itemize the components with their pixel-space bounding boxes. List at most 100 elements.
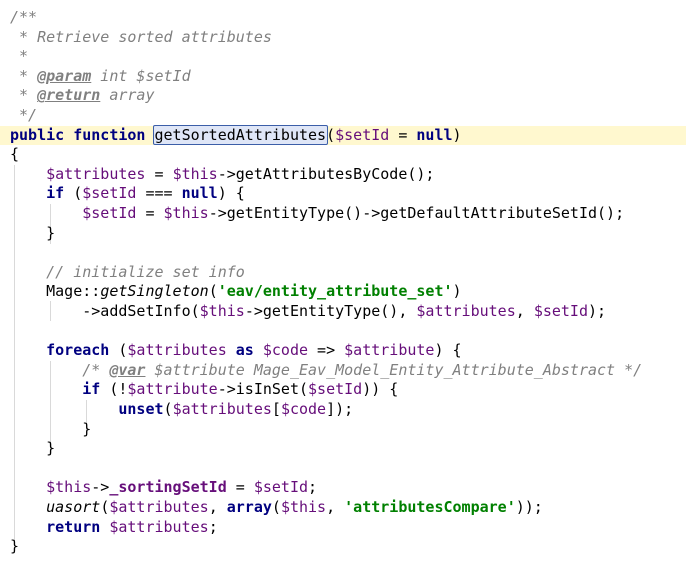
code-token: getSingleton — [100, 282, 209, 301]
code-line[interactable]: } — [10, 439, 55, 459]
code-token: $this — [280, 498, 327, 516]
code-token: return — [46, 517, 101, 536]
code-token: ) { — [434, 341, 462, 360]
code-line[interactable]: if ($setId === null) { — [10, 184, 245, 204]
code-token: ->isInSet( — [217, 380, 309, 399]
code-line[interactable]: * — [10, 47, 28, 67]
code-line[interactable]: Mage::getSingleton('eav/entity_attribute… — [10, 282, 462, 302]
code-token: $attributes — [127, 341, 227, 360]
code-token: $setId — [82, 204, 137, 222]
code-editor[interactable]: /** * Retrieve sorted attributes * * @pa… — [0, 0, 686, 566]
code-token: = — [389, 125, 417, 144]
code-token: $code — [280, 400, 327, 418]
code-line[interactable]: public function getSortedAttributes($set… — [0, 124, 686, 146]
code-token: )) { — [362, 380, 399, 399]
code-token: /* — [82, 360, 110, 379]
code-line[interactable]: } — [10, 224, 55, 244]
code-line[interactable]: $attributes = $this->getAttributesByCode… — [10, 165, 434, 185]
code-token: , — [326, 498, 345, 516]
code-token: = — [145, 164, 173, 183]
code-token: uasort — [46, 498, 101, 516]
code-token: int $setId — [91, 66, 191, 85]
code-line[interactable]: /* @var $attribute Mage_Eav_Model_Entity… — [10, 361, 642, 381]
code-token: -> — [91, 478, 110, 497]
code-token: as — [235, 341, 254, 360]
code-line[interactable]: } — [10, 420, 91, 440]
code-token: 'attributesCompare' — [344, 498, 516, 516]
code-token: ); — [588, 302, 607, 320]
code-token: unset — [118, 400, 164, 418]
code-token: $attribute — [344, 341, 435, 360]
code-line[interactable]: * @return array — [10, 86, 155, 106]
code-token: $this — [199, 302, 245, 320]
code-token: ( — [326, 125, 336, 144]
code-token: ; — [208, 517, 218, 536]
code-token: @var — [109, 360, 146, 379]
code-token: $attribute — [127, 380, 218, 399]
code-token: null — [181, 184, 218, 203]
code-token: ->addSetInfo( — [10, 302, 200, 320]
code-token: $setId — [82, 184, 137, 203]
code-line[interactable]: } — [10, 537, 19, 557]
code-token: = — [136, 204, 164, 222]
code-token: ->getAttributesByCode(); — [217, 164, 435, 183]
code-token: ; — [308, 478, 318, 497]
code-line[interactable]: uasort($attributes, array($this, 'attrib… — [10, 498, 543, 518]
code-token: ( — [109, 341, 128, 360]
code-token: [ — [271, 400, 281, 418]
code-line[interactable]: foreach ($attributes as $code => $attrib… — [10, 341, 462, 361]
code-token: $attributes — [172, 400, 272, 418]
code-line[interactable]: $this->_sortingSetId = $setId; — [10, 478, 317, 498]
code-token: ->getEntityType()->getDefaultAttributeSe… — [208, 204, 625, 222]
code-token: * — [10, 86, 38, 105]
code-token: $attributes — [416, 302, 516, 320]
code-line[interactable]: */ — [10, 106, 37, 126]
code-line[interactable]: // initialize set info — [10, 263, 245, 283]
code-token: $attributes — [46, 164, 146, 183]
code-token: => — [308, 341, 345, 360]
code-token: } — [10, 419, 92, 438]
code-token: @param — [37, 66, 92, 85]
code-token: public function — [10, 125, 155, 144]
code-token: $attributes — [109, 517, 209, 536]
code-token: Mage:: — [10, 282, 101, 301]
code-token: */ — [10, 106, 38, 124]
code-token: $setId — [253, 478, 309, 497]
code-token: = — [226, 478, 254, 497]
code-line[interactable]: unset($attributes[$code]); — [10, 400, 353, 420]
code-token: ) — [452, 282, 462, 301]
code-token: ( — [100, 498, 110, 516]
code-token: } — [10, 537, 20, 556]
code-token: _sortingSetId — [109, 478, 227, 497]
code-line[interactable]: /** — [10, 8, 37, 28]
code-token: $attribute Mage_Eav_Model_Entity_Attribu… — [145, 360, 643, 379]
selected-identifier: getSortedAttributes — [152, 124, 329, 145]
code-token: === — [136, 184, 182, 203]
code-token: foreach — [46, 341, 110, 360]
code-token: ( — [208, 282, 218, 301]
code-token: array — [226, 498, 272, 516]
code-line[interactable]: ->addSetInfo($this->getEntityType(), $at… — [10, 302, 606, 322]
code-token: $setId — [335, 125, 390, 144]
code-token: $this — [163, 204, 209, 222]
code-line[interactable]: return $attributes; — [10, 518, 218, 538]
code-token: array — [100, 86, 155, 105]
code-line[interactable]: $setId = $this->getEntityType()->getDefa… — [10, 204, 624, 224]
code-token: $this — [172, 164, 218, 183]
code-token: if — [82, 380, 101, 399]
code-line[interactable]: * Retrieve sorted attributes — [10, 28, 272, 48]
code-token: /** — [10, 8, 38, 26]
code-token: } — [10, 439, 56, 458]
code-line[interactable]: * @param int $setId — [10, 67, 191, 87]
code-line[interactable]: { — [10, 145, 19, 165]
code-line[interactable]: if (!$attribute->isInSet($setId)) { — [10, 380, 398, 400]
code-token: * — [10, 47, 29, 66]
